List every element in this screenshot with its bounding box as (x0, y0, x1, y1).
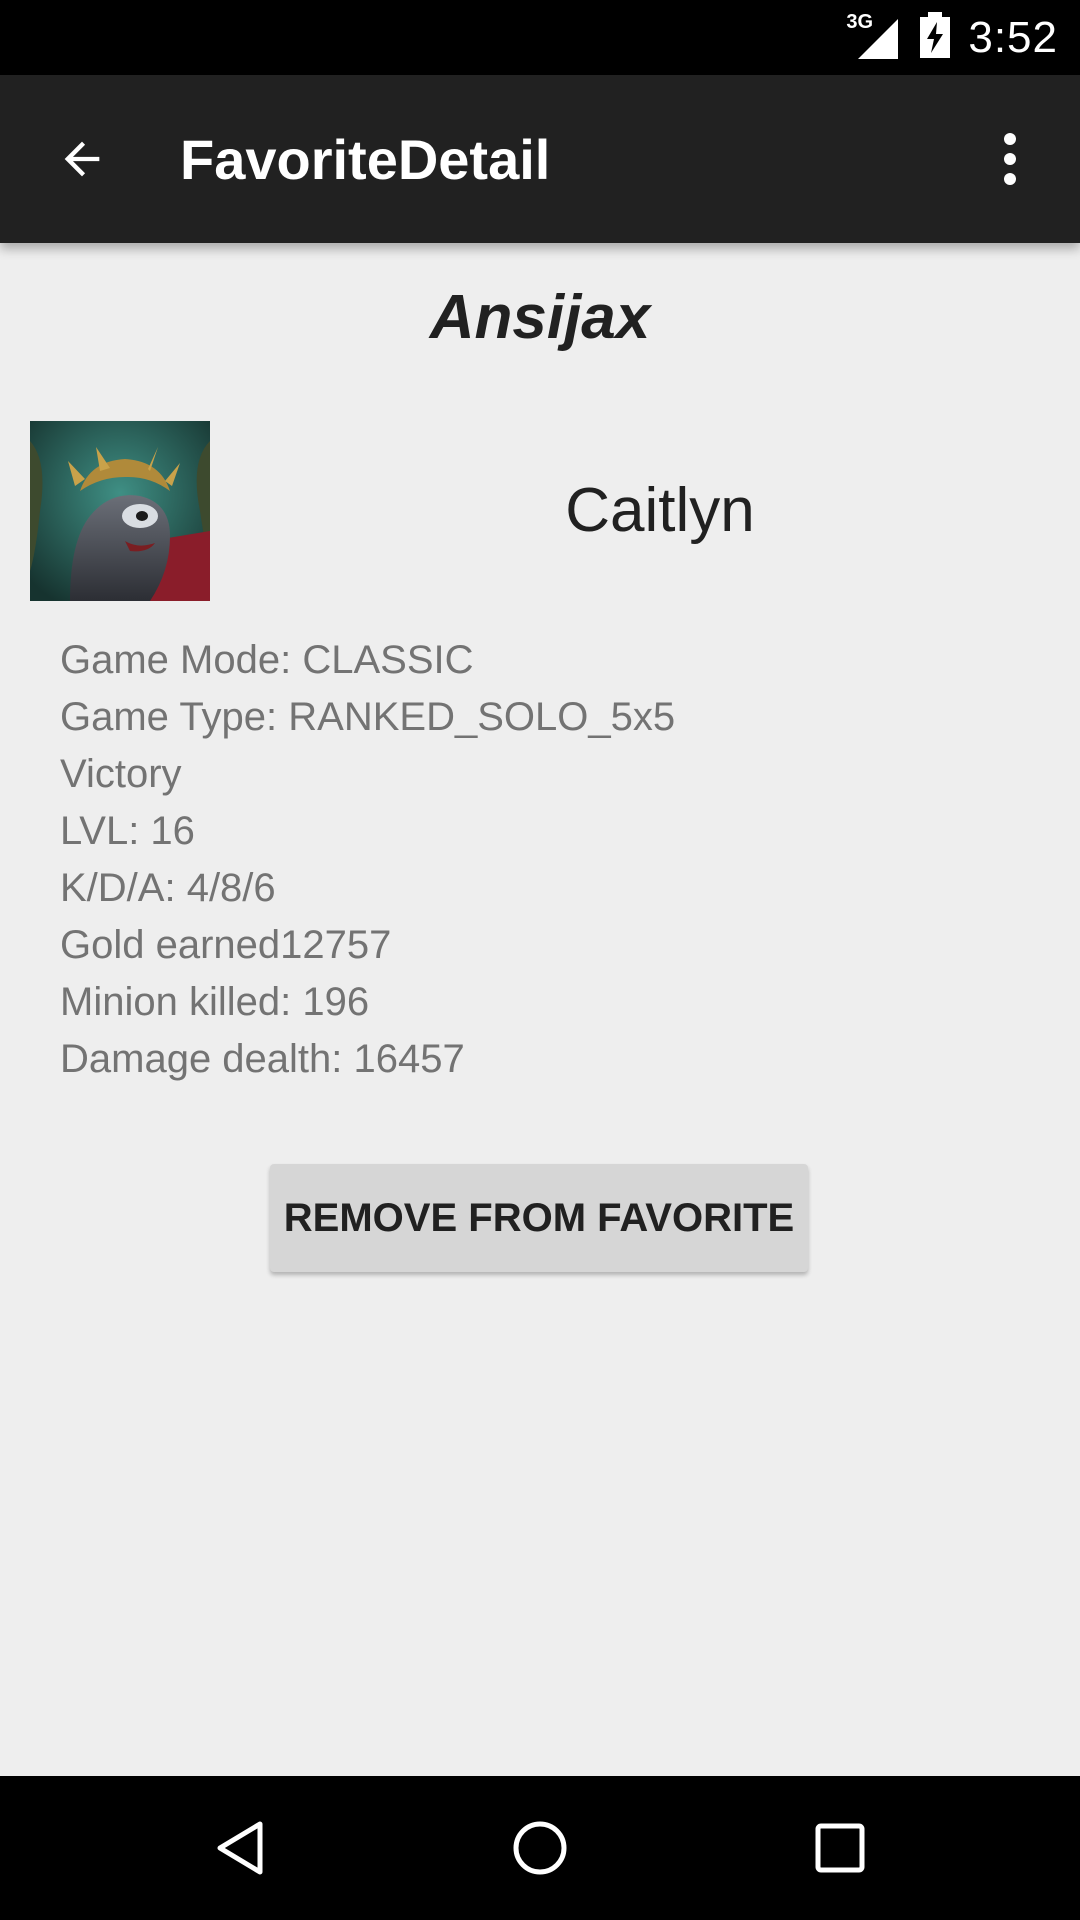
back-button[interactable] (42, 119, 122, 199)
nav-recents-button[interactable] (790, 1798, 890, 1898)
status-time: 3:52 (968, 12, 1058, 62)
stat-result: Victory (60, 752, 182, 796)
status-bar: 3G 3:52 (0, 0, 1080, 75)
home-circle-icon (513, 1821, 567, 1875)
match-stats-list: Game Mode: CLASSIC Game Type: RANKED_SOL… (60, 632, 675, 1088)
arrow-back-icon (64, 141, 100, 177)
signal-icon: 3G (846, 11, 902, 61)
champion-name: Caitlyn (565, 476, 755, 545)
stat-game-mode: Game Mode: CLASSIC (60, 638, 474, 682)
page-title: FavoriteDetail (180, 127, 551, 191)
stat-damage: Damage dealth: 16457 (60, 1037, 465, 1081)
battery-charging-icon (920, 12, 951, 63)
system-nav-bar (0, 1776, 1080, 1920)
stat-kda: K/D/A: 4/8/6 (60, 866, 276, 910)
champion-portrait-icon (30, 421, 210, 601)
app-bar: FavoriteDetail (0, 75, 1080, 243)
nav-home-button[interactable] (490, 1798, 590, 1898)
remove-from-favorite-button[interactable]: REMOVE FROM FAVORITE (270, 1164, 808, 1272)
more-vert-icon (1004, 133, 1016, 185)
status-icons: 3G 3:52 (846, 0, 1058, 75)
player-name: Ansijax (429, 283, 651, 352)
stat-minions: Minion killed: 196 (60, 980, 370, 1024)
nav-back-button[interactable] (190, 1798, 290, 1898)
stat-gold: Gold earned12757 (60, 923, 392, 967)
recents-square-icon (815, 1823, 865, 1873)
back-triangle-icon (217, 1821, 263, 1875)
stat-game-type: Game Type: RANKED_SOLO_5x5 (60, 695, 676, 739)
stat-level: LVL: 16 (60, 809, 195, 853)
overflow-menu-button[interactable] (970, 119, 1050, 199)
